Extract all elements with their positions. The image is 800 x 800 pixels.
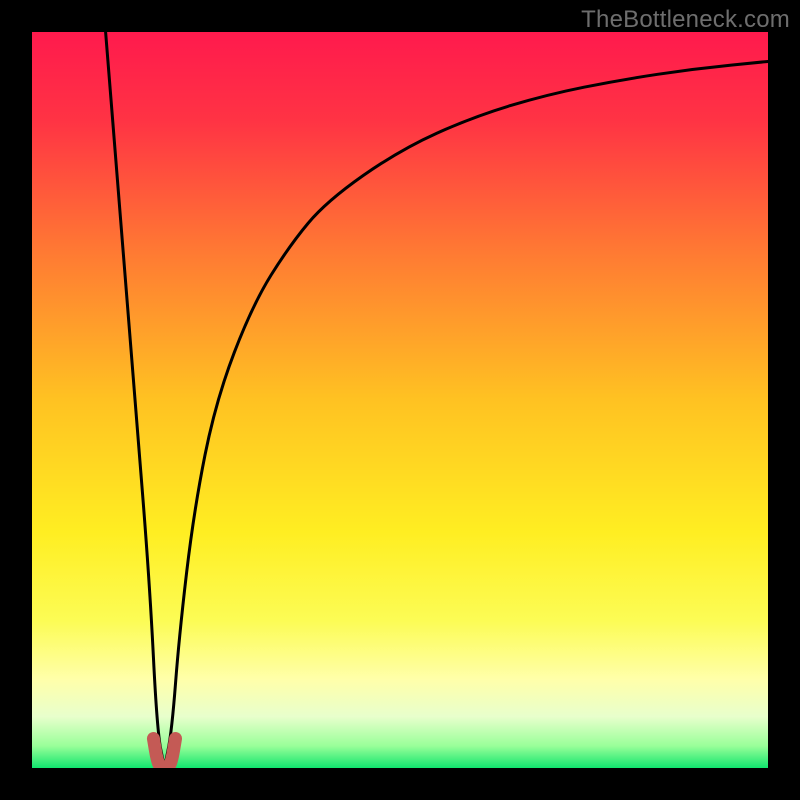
watermark-text: TheBottleneck.com (581, 6, 790, 34)
plot-area (32, 32, 768, 768)
chart-frame: TheBottleneck.com (0, 0, 800, 800)
bottleneck-chart (32, 32, 768, 768)
